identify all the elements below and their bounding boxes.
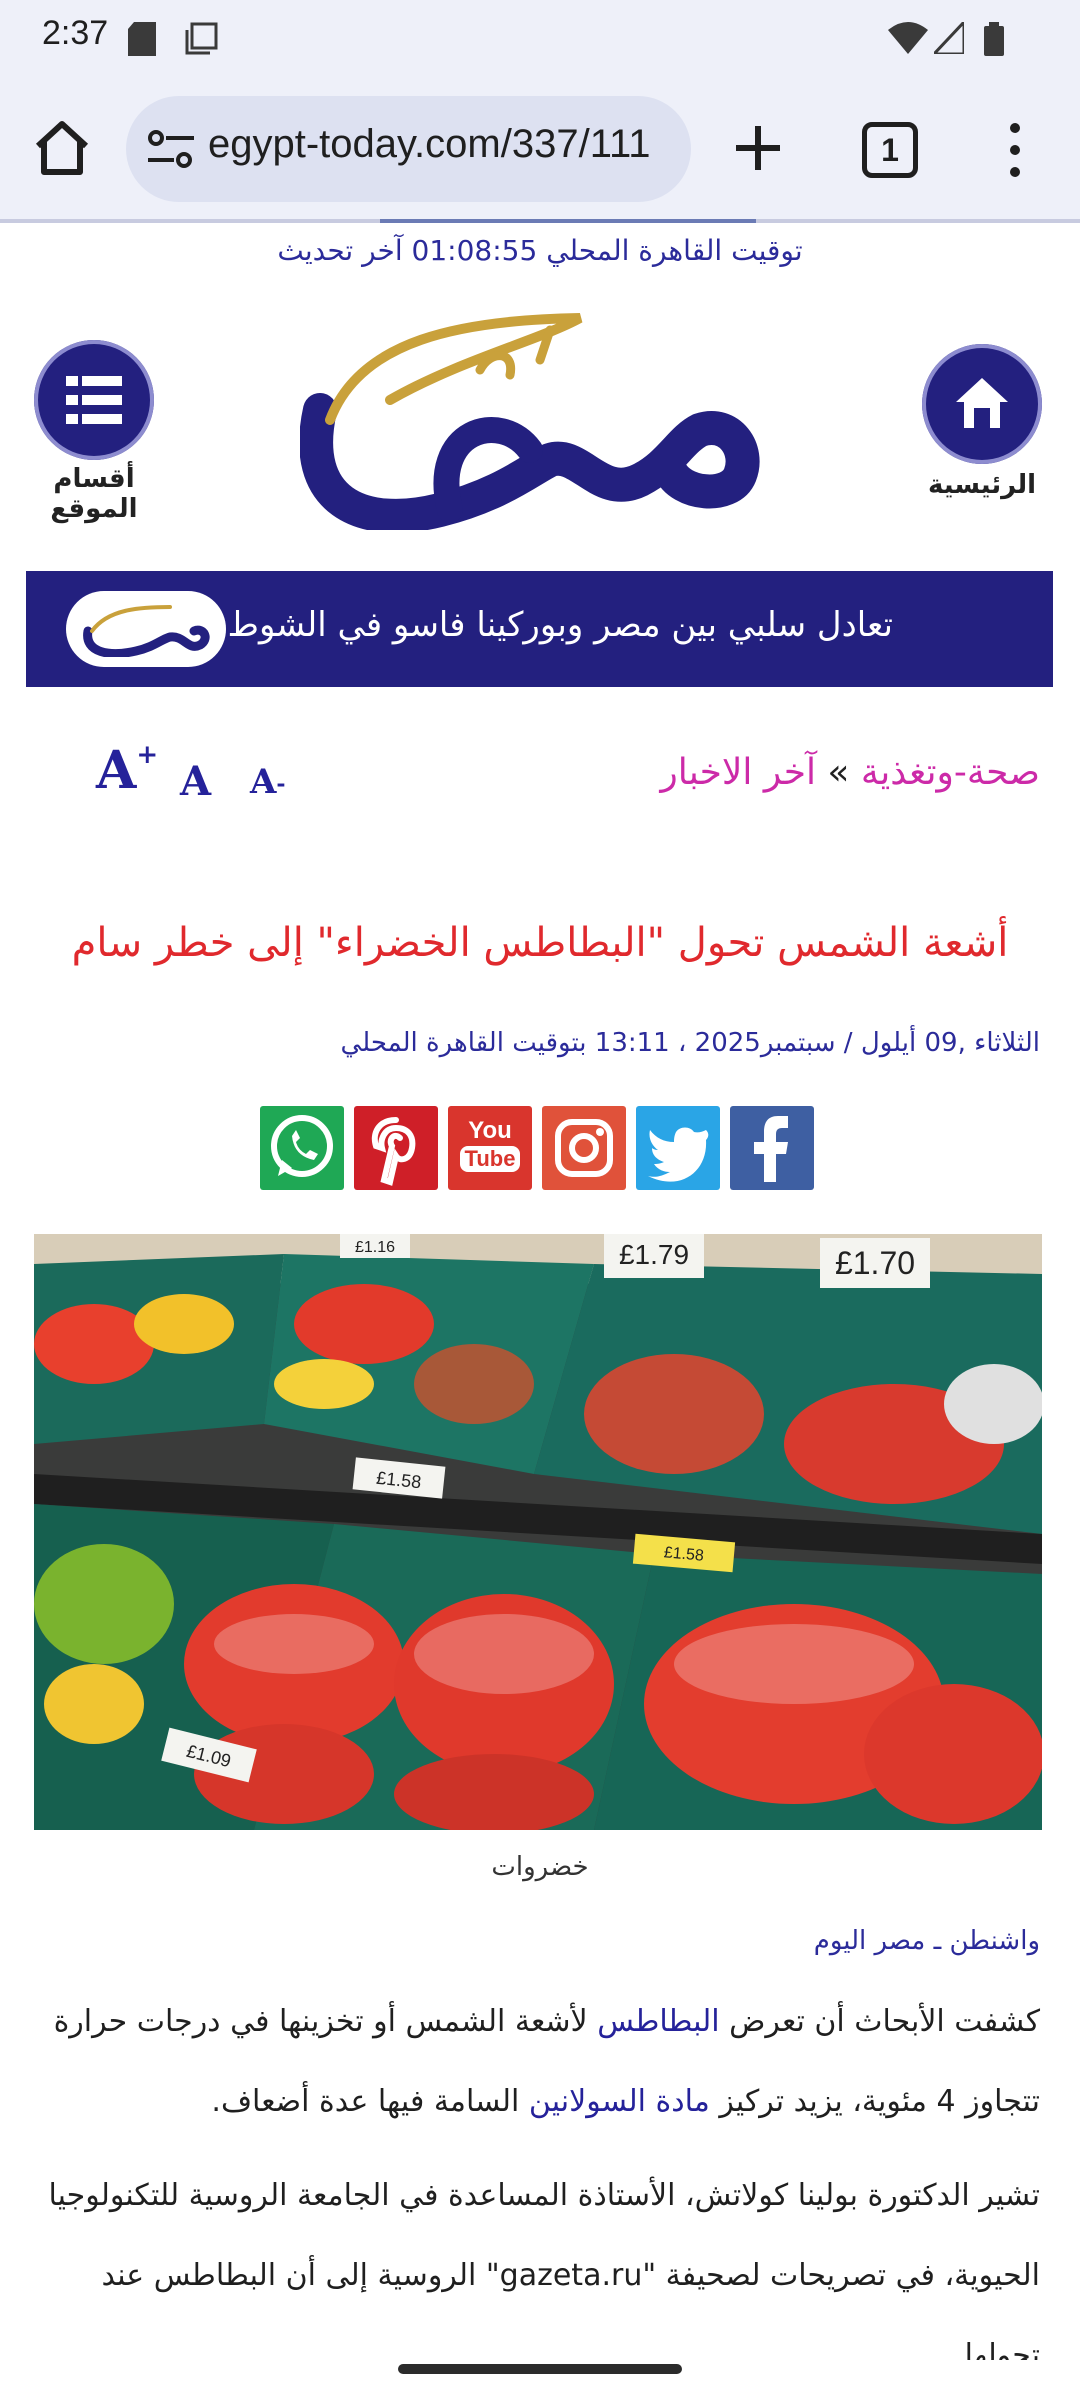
pinterest-icon	[371, 1117, 416, 1186]
article-paragraph-2: تشير الدكتورة بولينا كولاتش، الأستاذة ال…	[48, 2178, 1040, 2360]
youtube-share-button[interactable]: You Tube	[448, 1106, 532, 1190]
reset-font-button[interactable]: A	[180, 758, 211, 805]
status-time: 2:37	[42, 14, 109, 52]
site-sections-label[interactable]: أقسام الموقع	[20, 464, 168, 524]
instagram-icon	[555, 1119, 613, 1177]
solanine-link[interactable]: مادة السولانين	[529, 2084, 710, 2119]
list-menu-icon	[66, 376, 122, 424]
twitter-share-button[interactable]	[636, 1106, 720, 1190]
site-settings-icon[interactable]	[146, 126, 196, 172]
ticker-logo	[66, 591, 226, 667]
breadcrumb-section-link[interactable]: صحة-وتغذية	[861, 752, 1040, 793]
ticker-logo-mark	[83, 605, 210, 657]
signal-icon	[934, 22, 964, 54]
breadcrumb-separator: »	[827, 752, 850, 793]
browser-toolbar: egypt-today.com/337/111 1	[0, 80, 1080, 222]
gesture-nav-bar[interactable]	[398, 2364, 682, 2374]
tab-switcher-button[interactable]: 1	[862, 122, 918, 178]
price-tag: £1.79	[619, 1239, 689, 1270]
breadcrumb: صحة-وتغذية » آخر الاخبار	[660, 752, 1040, 793]
new-tab-icon[interactable]	[728, 118, 788, 178]
article-image[interactable]: £1.16 £1.79 £1.70 £1.58 £1.58 £1.09	[34, 1234, 1042, 1830]
image-caption: خضروات	[491, 1852, 589, 1882]
browser-home-icon[interactable]	[30, 116, 94, 180]
paragraph-text: السامة فيها عدة أضعاف.	[211, 2084, 529, 2119]
article-paragraph-1: كشفت الأبحاث أن تعرض البطاطس لأشعة الشمس…	[40, 1982, 1040, 2142]
pinterest-share-button[interactable]	[354, 1106, 438, 1190]
home-label[interactable]: الرئيسية	[920, 470, 1044, 500]
site-sections-button[interactable]	[34, 340, 154, 460]
home-button[interactable]	[922, 344, 1042, 464]
youtube-text-top: You	[468, 1117, 512, 1144]
youtube-text-bottom: Tube	[460, 1146, 520, 1172]
font-large-letter: A	[96, 740, 137, 801]
status-bar: 2:37	[0, 0, 1080, 80]
font-large-sign: +	[136, 740, 159, 770]
home-icon	[956, 378, 1008, 428]
local-time-banner: توقيت القاهرة المحلي 01:08:55 آخر تحديث	[277, 234, 803, 267]
sd-card-icon	[128, 22, 156, 56]
wifi-icon	[888, 22, 928, 54]
article-source: واشنطن ـ مصر اليوم	[813, 1926, 1040, 1956]
page-load-progress	[0, 219, 1080, 223]
ticker-headline[interactable]: تعادل سلبي بين مصر وبوركينا فاسو في الشو…	[147, 605, 893, 645]
price-tag: £1.58	[663, 1544, 704, 1564]
url-text: egypt-today.com/337/111	[208, 122, 651, 166]
increase-font-button[interactable]: A+	[96, 740, 158, 801]
site-logo[interactable]	[300, 300, 760, 530]
twitter-icon	[648, 1127, 709, 1182]
article-headline: أشعة الشمس تحول "البطاطس الخضراء" إلى خط…	[71, 920, 1009, 966]
facebook-icon	[754, 1116, 788, 1182]
vegetables-shelf-photo: £1.16 £1.79 £1.70 £1.58 £1.58 £1.09	[34, 1234, 1042, 1830]
paragraph-text: كشفت الأبحاث أن تعرض	[719, 2004, 1040, 2039]
page-load-progress-fill	[380, 219, 756, 223]
decrease-font-button[interactable]: A-	[250, 762, 286, 802]
facebook-share-button[interactable]	[730, 1106, 814, 1190]
whatsapp-icon	[271, 1115, 333, 1177]
instagram-share-button[interactable]	[542, 1106, 626, 1190]
font-small-letter: A	[250, 762, 277, 802]
price-tag: £1.70	[835, 1245, 915, 1281]
breaking-news-ticker[interactable]: تعادل سلبي بين مصر وبوركينا فاسو في الشو…	[26, 571, 1053, 687]
youtube-icon: You Tube	[456, 1118, 524, 1178]
article-dateline: الثلاثاء ,09 أيلول / سبتمبر2025 ، 13:11 …	[340, 1028, 1040, 1058]
battery-icon	[984, 22, 1004, 56]
overflow-menu-icon[interactable]	[1000, 120, 1030, 180]
potatoes-link[interactable]: البطاطس	[597, 2004, 719, 2039]
screenshot-icon	[185, 22, 218, 55]
whatsapp-share-button[interactable]	[260, 1106, 344, 1190]
price-tag: £1.16	[355, 1239, 395, 1256]
font-small-sign: -	[276, 771, 286, 797]
breadcrumb-latest-link[interactable]: آخر الاخبار	[660, 752, 816, 793]
address-bar[interactable]: egypt-today.com/337/111	[126, 96, 691, 202]
